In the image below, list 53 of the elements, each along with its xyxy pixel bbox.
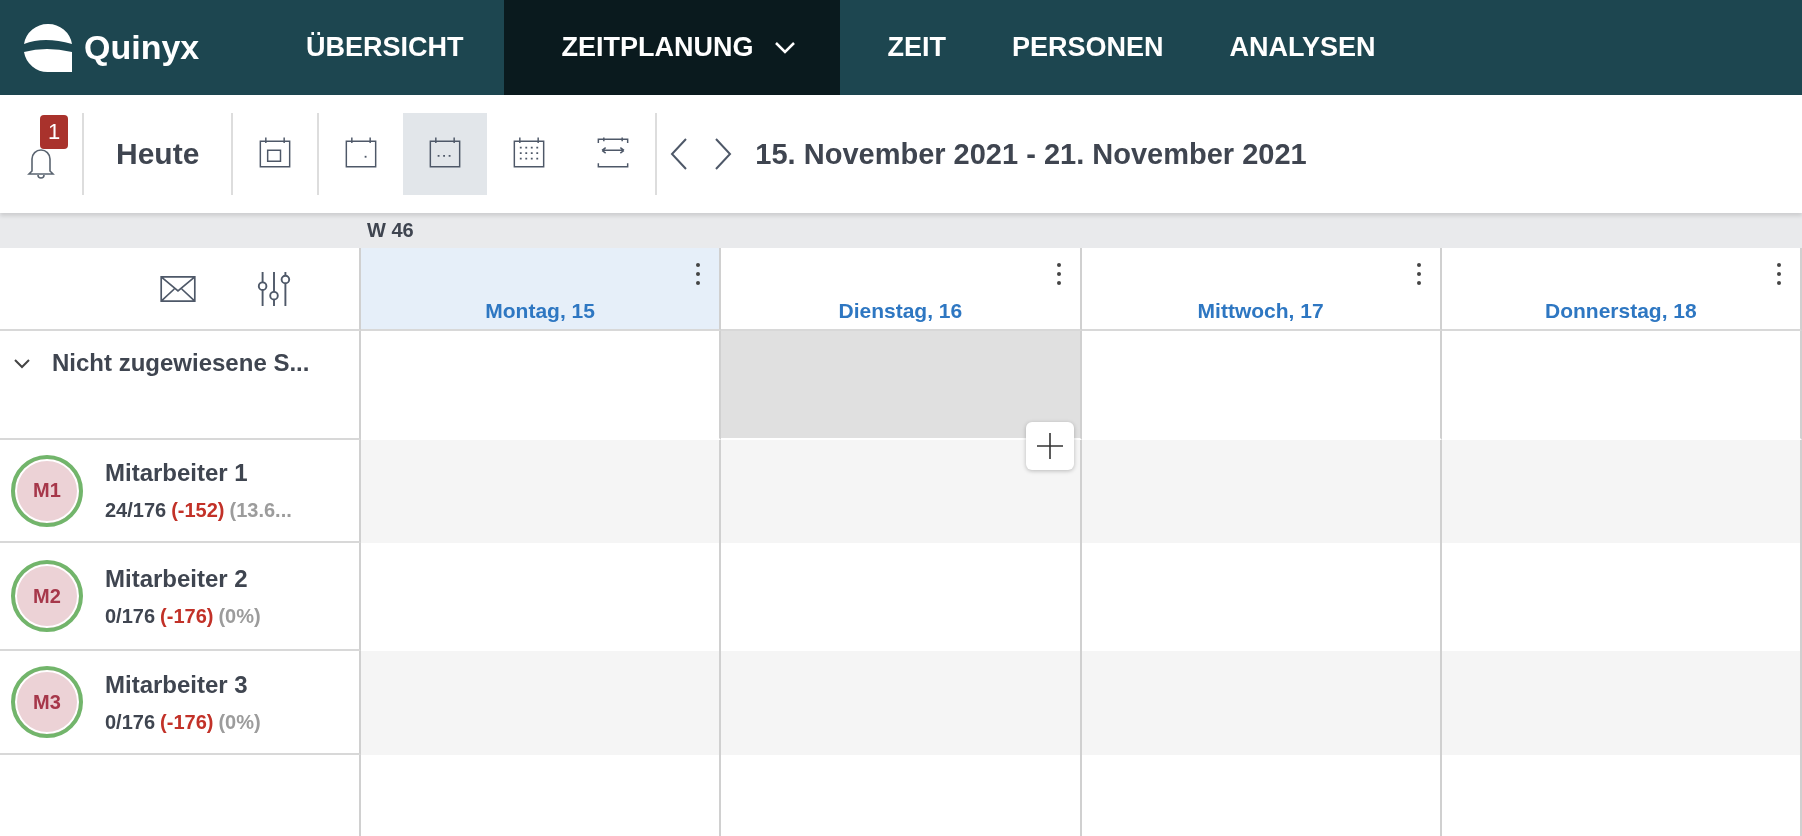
- today-button[interactable]: Heute: [84, 113, 232, 195]
- logo-icon: [22, 21, 74, 74]
- nav-tab[interactable]: ANALYSEN: [1203, 0, 1402, 95]
- schedule-cell[interactable]: [1441, 651, 1802, 755]
- day-label: Mittwoch, 17: [1197, 299, 1324, 323]
- percent-text: (13.6...: [229, 499, 292, 522]
- more-options-icon[interactable]: [695, 262, 702, 286]
- avatar-initials: M2: [33, 584, 61, 608]
- deficit-text: (-176): [160, 604, 214, 628]
- percent-text: (0%): [218, 710, 261, 734]
- notification-badge: 1: [40, 115, 69, 149]
- avatar-initials: M1: [33, 479, 61, 502]
- hours-text: 24/176: [105, 499, 167, 522]
- mail-icon[interactable]: [159, 274, 197, 303]
- schedule-cell[interactable]: [1081, 651, 1442, 755]
- more-options-icon[interactable]: [1055, 262, 1062, 286]
- schedule-cell[interactable]: [721, 331, 1082, 440]
- nav-tab[interactable]: ÜBERSICHT: [280, 0, 490, 95]
- employee-name: Mitarbeiter 2: [105, 564, 249, 593]
- plus-icon: [1034, 431, 1065, 461]
- nav-tab[interactable]: ZEIT: [861, 0, 972, 95]
- hours-text: 0/176: [105, 604, 156, 628]
- day-label: Montag, 15: [485, 299, 595, 323]
- day-label: Dienstag, 16: [838, 299, 963, 323]
- chevron-right-icon: [713, 137, 734, 171]
- chevron-left-icon: [669, 137, 690, 171]
- employee-name: Mitarbeiter 3: [105, 670, 249, 699]
- schedule-cell[interactable]: [361, 440, 722, 543]
- group-label: Nicht zugewiesene S...: [52, 349, 310, 377]
- more-options-icon[interactable]: [1776, 262, 1782, 286]
- chevron-down-icon[interactable]: [14, 359, 30, 369]
- day-header[interactable]: Montag, 15: [361, 248, 722, 331]
- schedule-cell[interactable]: [721, 651, 1082, 755]
- add-shift-button[interactable]: [1025, 422, 1074, 470]
- deficit-text: (-176): [160, 710, 214, 734]
- nav-tab[interactable]: PERSONEN: [986, 0, 1190, 95]
- schedule-cell[interactable]: [721, 440, 1082, 543]
- deficit-text: (-152): [171, 499, 225, 522]
- percent-text: (0%): [218, 604, 261, 628]
- day-header[interactable]: Mittwoch, 17: [1081, 248, 1442, 331]
- avatar-initials: M3: [33, 690, 61, 714]
- day-label: Donnerstag, 18: [1545, 299, 1697, 323]
- more-options-icon[interactable]: [1415, 262, 1422, 286]
- schedule-cell[interactable]: [1081, 440, 1442, 543]
- date-range: 15. November 2021 - 21. November 2021: [755, 137, 1307, 171]
- hours-text: 0/176: [105, 710, 156, 734]
- week-label: W 46: [367, 219, 414, 242]
- logo-text: Quinyx: [84, 28, 200, 67]
- day-header[interactable]: Donnerstag, 18: [1441, 248, 1802, 331]
- nav-tab[interactable]: ZEITPLANUNG: [503, 0, 840, 95]
- schedule-cell[interactable]: [361, 651, 722, 755]
- employee-name: Mitarbeiter 1: [105, 459, 249, 487]
- schedule-cell[interactable]: [1441, 440, 1802, 543]
